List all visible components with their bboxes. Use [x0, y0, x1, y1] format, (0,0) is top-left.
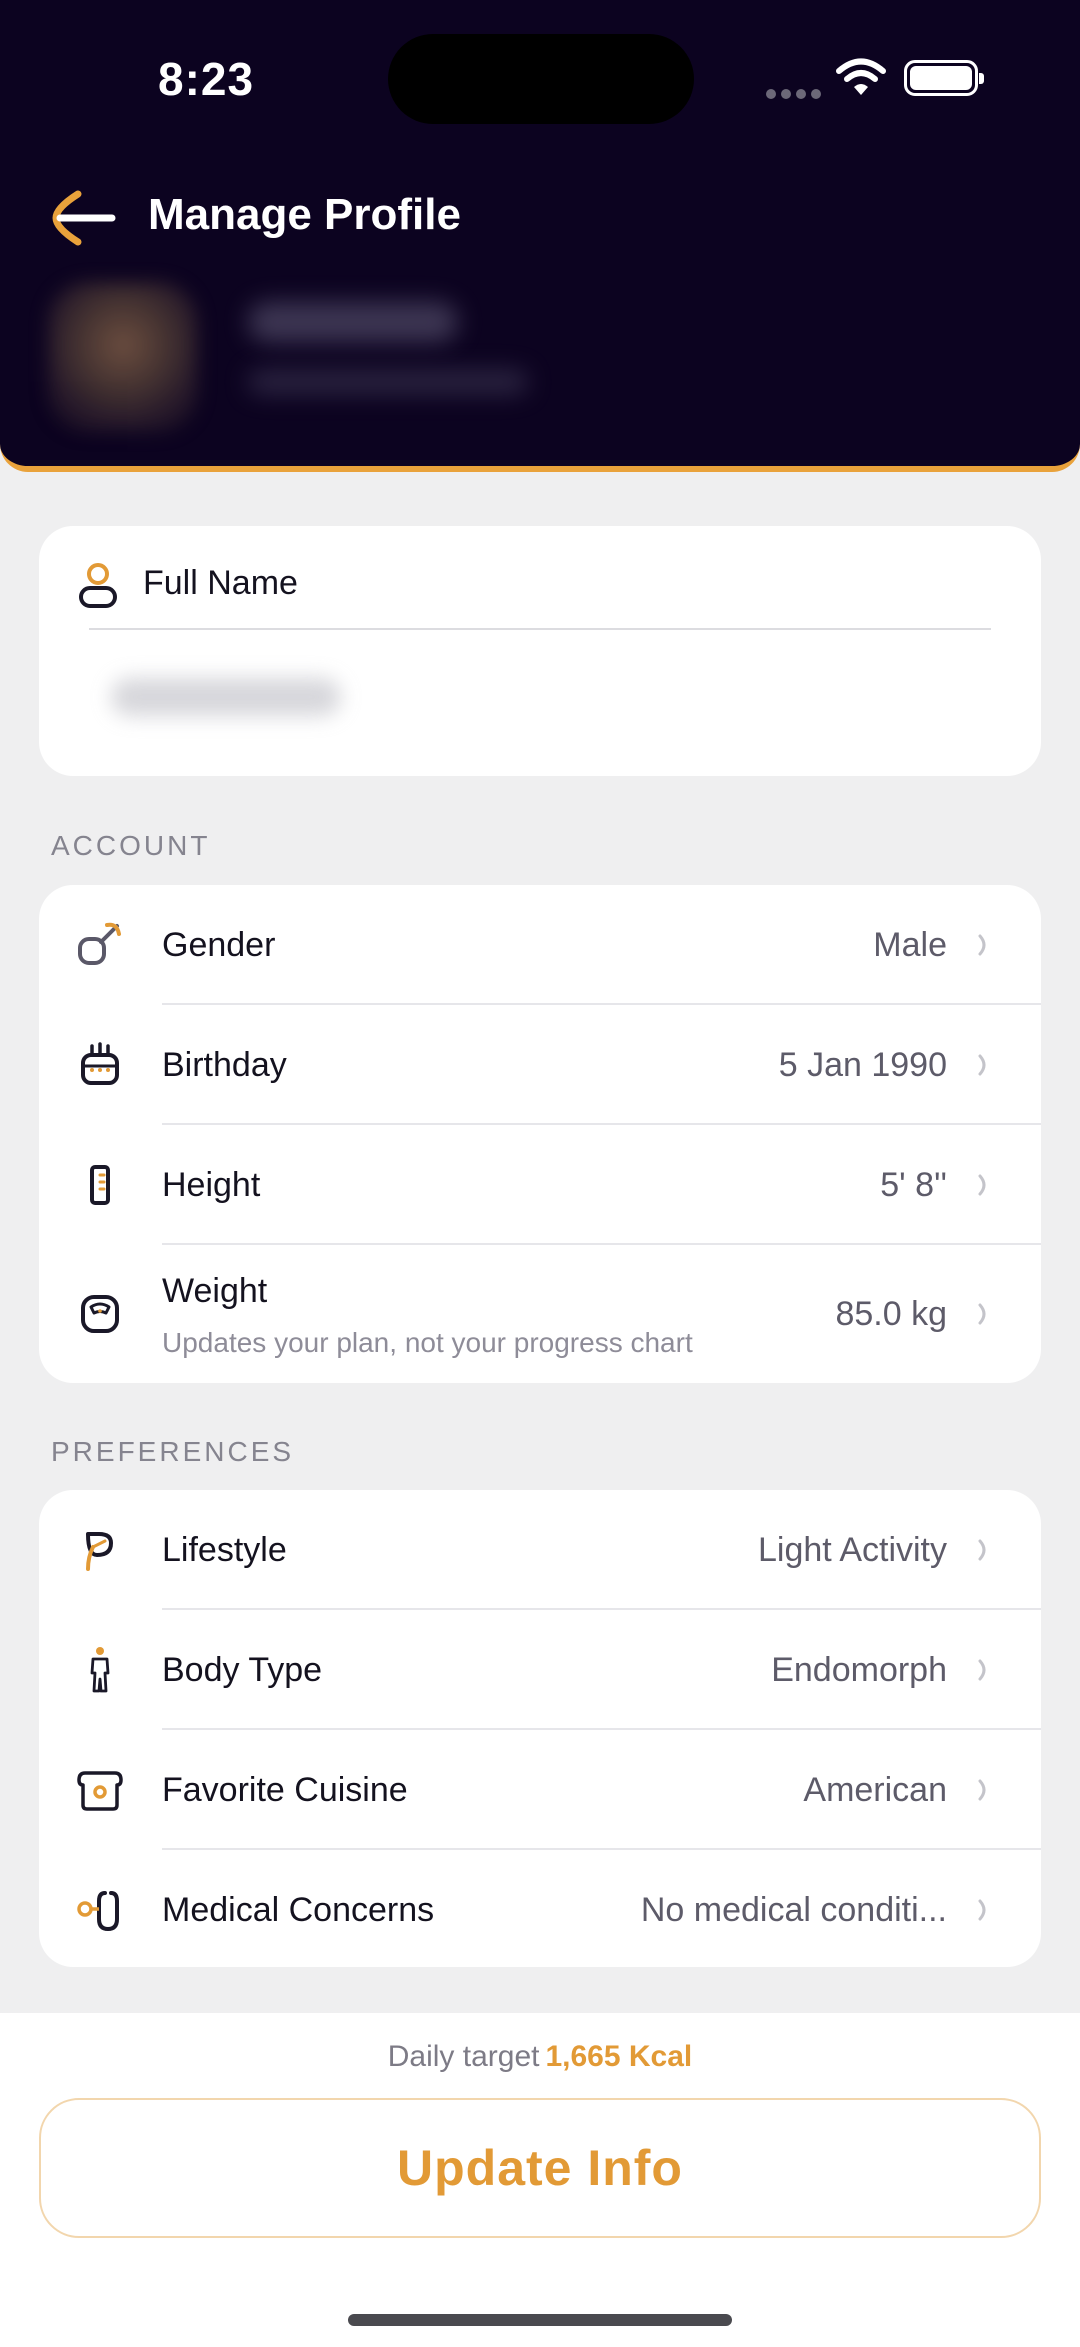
favorite-cuisine-row[interactable]: Favorite Cuisine American	[39, 1730, 1041, 1850]
full-name-field[interactable]	[111, 678, 341, 716]
preferences-card: Lifestyle Light Activity Body Type Endom…	[39, 1490, 1041, 1967]
birthday-row[interactable]: Birthday 5 Jan 1990	[39, 1005, 1041, 1125]
avatar[interactable]	[48, 282, 198, 432]
chevron-right-icon	[978, 1303, 986, 1325]
cake-icon	[81, 1042, 119, 1085]
cellular-signal-icon	[766, 86, 826, 104]
weight-label: Weight	[162, 1272, 268, 1310]
status-time: 8:23	[158, 53, 255, 105]
birthday-label: Birthday	[162, 1046, 287, 1084]
weight-row[interactable]: Weight Updates your plan, not your progr…	[39, 1245, 1041, 1383]
home-indicator	[348, 2314, 732, 2326]
scale-icon	[81, 1295, 119, 1333]
favorite-cuisine-label: Favorite Cuisine	[162, 1771, 408, 1809]
preferences-section-label: PREFERENCES	[51, 1436, 295, 1467]
full-name-label: Full Name	[143, 564, 298, 602]
full-name-card: Full Name	[39, 526, 1041, 776]
gender-male-icon	[78, 922, 121, 965]
body-type-value: Endomorph	[771, 1651, 947, 1689]
body-type-row[interactable]: Body Type Endomorph	[39, 1610, 1041, 1730]
lifestyle-row[interactable]: Lifestyle Light Activity	[39, 1490, 1041, 1610]
page-title: Manage Profile	[148, 190, 461, 239]
dynamic-island	[388, 34, 694, 124]
chevron-right-icon	[978, 1174, 986, 1196]
weight-value: 85.0 kg	[835, 1295, 947, 1333]
chevron-right-icon	[978, 1899, 986, 1921]
weight-sublabel: Updates your plan, not your progress cha…	[162, 1327, 693, 1358]
birthday-value: 5 Jan 1990	[778, 1046, 947, 1084]
body-icon	[90, 1647, 110, 1693]
daily-target-label: Daily target	[387, 2040, 540, 2073]
wifi-icon	[836, 58, 886, 95]
favorite-cuisine-value: American	[803, 1771, 947, 1809]
height-value: 5' 8''	[880, 1166, 947, 1204]
back-button[interactable]	[48, 182, 120, 254]
chevron-right-icon	[978, 1539, 986, 1561]
height-label: Height	[162, 1166, 261, 1204]
leaf-icon	[86, 1532, 113, 1571]
medical-concerns-value: No medical conditi...	[640, 1891, 947, 1929]
stethoscope-icon	[77, 1891, 119, 1932]
gender-row[interactable]: Gender Male	[39, 885, 1041, 1005]
account-section-label: ACCOUNT	[51, 830, 211, 861]
bread-icon	[77, 1771, 123, 1811]
user-icon	[79, 563, 117, 608]
chevron-right-icon	[978, 1054, 986, 1076]
gender-label: Gender	[162, 926, 276, 964]
manage-profile-screen: 8:23 Manage Profile Full Name ACCOUNT Ge…	[0, 0, 1080, 2347]
profile-header: 8:23 Manage Profile	[0, 0, 1080, 472]
profile-subtitle-redacted	[248, 370, 528, 394]
lifestyle-value: Light Activity	[758, 1531, 947, 1569]
daily-target: Daily target 1,665 Kcal	[0, 2040, 1080, 2074]
profile-name-redacted	[248, 302, 458, 342]
ruler-icon	[90, 1165, 110, 1205]
battery-icon	[904, 60, 984, 96]
update-info-button[interactable]: Update Info	[39, 2098, 1041, 2238]
height-row[interactable]: Height 5' 8''	[39, 1125, 1041, 1245]
gender-value: Male	[873, 926, 947, 964]
account-card: Gender Male Birthday 5 Jan 1990 Height 5…	[39, 885, 1041, 1383]
chevron-right-icon	[978, 1779, 986, 1801]
body-type-label: Body Type	[162, 1651, 323, 1689]
chevron-right-icon	[978, 1659, 986, 1681]
lifestyle-label: Lifestyle	[162, 1531, 287, 1569]
medical-concerns-label: Medical Concerns	[162, 1891, 435, 1929]
divider	[89, 628, 991, 630]
chevron-right-icon	[978, 934, 986, 956]
medical-concerns-row[interactable]: Medical Concerns No medical conditi...	[39, 1850, 1041, 1967]
daily-target-value: 1,665 Kcal	[545, 2040, 693, 2073]
